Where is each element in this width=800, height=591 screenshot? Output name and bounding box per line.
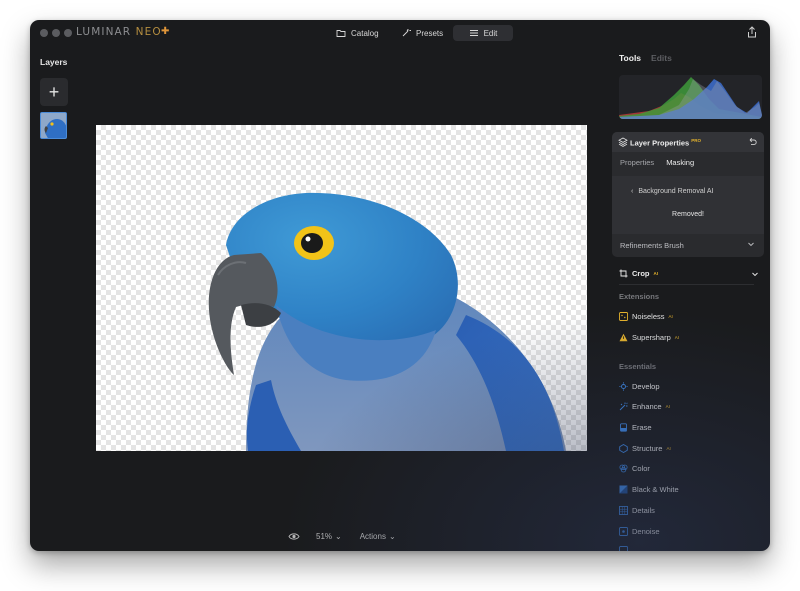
preview-eye-icon[interactable]	[288, 532, 300, 541]
crop-icon	[619, 269, 628, 278]
zoom-window-button[interactable]	[64, 29, 72, 37]
divider	[619, 284, 754, 285]
layer-properties-panel: Layer Properties PRO Properties Masking ‹…	[612, 132, 764, 257]
layer-thumbnail[interactable]	[40, 112, 67, 139]
title-bar: LUMINAR NEO ✚ Catalog Presets Edit	[30, 20, 770, 46]
layers-stack-icon	[618, 137, 628, 147]
supersharp-icon	[619, 333, 628, 342]
catalog-tab[interactable]: Catalog	[330, 25, 385, 41]
tool-details[interactable]: Details	[619, 506, 655, 515]
pro-badge: PRO	[691, 138, 701, 143]
zoom-dropdown[interactable]: 51% ⌄	[316, 532, 342, 541]
tool-black-white[interactable]: Black & White	[619, 485, 679, 494]
eraser-icon	[620, 423, 627, 432]
chevron-down-icon[interactable]	[747, 240, 755, 248]
folder-icon	[336, 30, 346, 37]
tool-enhance[interactable]: Enhance AI	[619, 402, 670, 411]
masking-content: ‹ Background Removal AI Removed!	[612, 176, 764, 234]
tool-icon	[619, 546, 628, 551]
essentials-title: Essentials	[619, 362, 657, 371]
black-white-icon	[619, 485, 628, 494]
image-canvas[interactable]	[96, 125, 587, 451]
tool-color[interactable]: Color	[619, 464, 650, 473]
plus-icon: +	[48, 82, 60, 102]
share-icon[interactable]	[746, 26, 758, 38]
tool-noiseless[interactable]: Noiseless AI	[619, 312, 673, 321]
tool-develop[interactable]: Develop	[619, 382, 660, 391]
extensions-puzzle-icon[interactable]: ✚	[161, 26, 169, 37]
edit-tab[interactable]: Edit	[453, 25, 513, 41]
app-window: LUMINAR NEO ✚ Catalog Presets Edit Layer…	[30, 20, 770, 551]
magic-wand-icon	[402, 29, 411, 37]
noiseless-icon	[619, 312, 628, 321]
minimize-window-button[interactable]	[52, 29, 60, 37]
panel-tabs: Tools Edits	[619, 53, 672, 63]
denoise-icon	[619, 527, 628, 536]
tool-denoise[interactable]: Denoise	[619, 527, 660, 536]
actions-dropdown[interactable]: Actions ⌄	[360, 532, 396, 541]
chevron-down-icon[interactable]	[751, 270, 759, 278]
tab-properties[interactable]: Properties	[620, 158, 654, 167]
structure-icon	[619, 444, 628, 453]
sun-icon	[619, 382, 628, 391]
removal-status: Removed!	[672, 211, 704, 218]
tool-erase[interactable]: Erase	[619, 423, 652, 432]
tool-supersharp[interactable]: Supersharp AI	[619, 333, 679, 342]
tab-masking[interactable]: Masking	[666, 158, 694, 167]
chevron-down-icon: ⌄	[335, 531, 342, 541]
tab-edits[interactable]: Edits	[651, 53, 672, 63]
tool-structure[interactable]: Structure AI	[619, 444, 671, 453]
chevron-left-icon: ‹	[631, 188, 634, 195]
parrot-image	[208, 192, 566, 451]
layer-properties-header[interactable]: Layer Properties PRO	[612, 132, 764, 152]
app-logo: LUMINAR NEO	[76, 26, 162, 38]
undo-icon[interactable]	[747, 137, 757, 147]
extensions-title: Extensions	[619, 292, 660, 301]
layers-title: Layers	[40, 57, 68, 67]
close-window-button[interactable]	[40, 29, 48, 37]
details-grid-icon	[619, 506, 628, 515]
chevron-down-icon: ⌄	[388, 531, 396, 541]
tab-tools[interactable]: Tools	[619, 53, 641, 63]
add-layer-button[interactable]: +	[40, 78, 68, 106]
layer-properties-title: Layer Properties	[630, 138, 690, 148]
tool-partially-hidden[interactable]	[619, 546, 628, 551]
crop-tool[interactable]: Crop AI	[619, 269, 760, 278]
histogram	[619, 75, 762, 119]
sliders-icon	[469, 30, 478, 36]
color-circles-icon	[619, 464, 628, 473]
presets-tab[interactable]: Presets	[395, 25, 449, 41]
canvas-bottom-bar: 51% ⌄ Actions ⌄	[288, 529, 396, 543]
layer-properties-subtabs: Properties Masking	[620, 158, 694, 167]
refinements-brush-label[interactable]: Refinements Brush	[620, 241, 684, 250]
layer-thumbnail-image	[41, 113, 66, 138]
background-removal-back-button[interactable]: ‹ Background Removal AI	[631, 188, 713, 195]
enhance-sparkle-icon	[619, 402, 628, 411]
